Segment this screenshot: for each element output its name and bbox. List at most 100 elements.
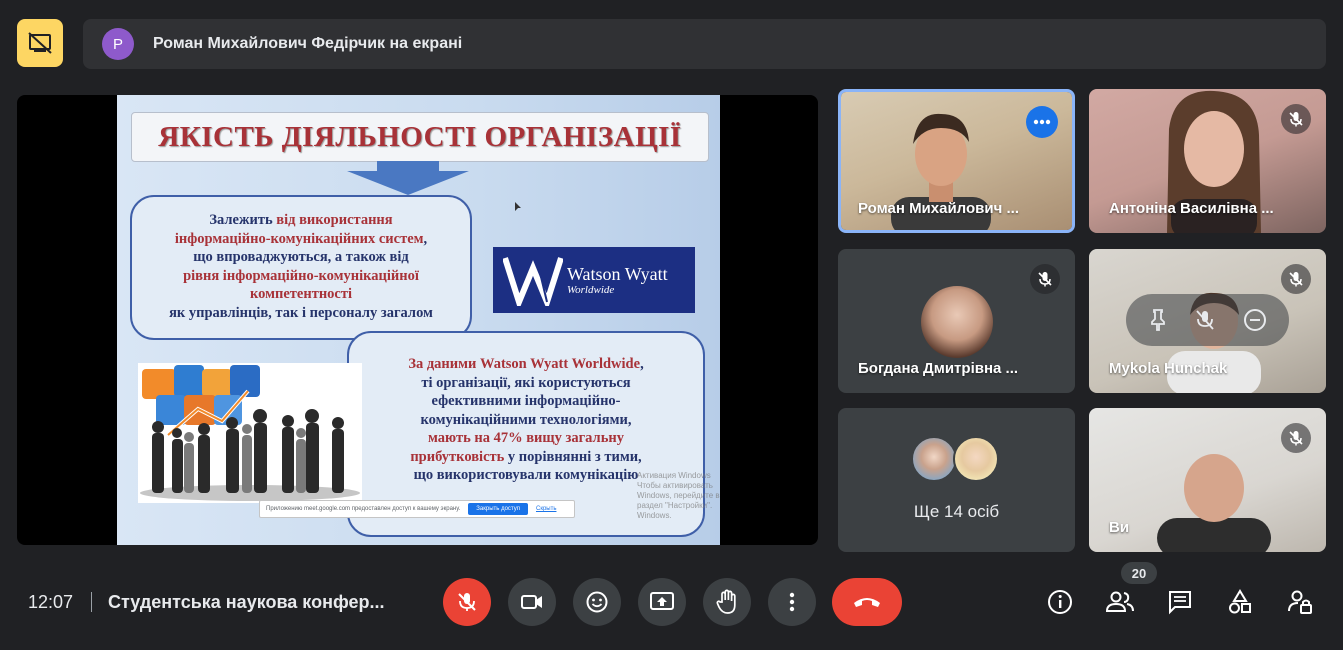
camera-icon xyxy=(521,595,542,609)
others-avatars xyxy=(911,436,999,482)
bubble-text-segment: ефективними інформаційно- xyxy=(431,393,621,409)
activities-button[interactable] xyxy=(1224,586,1256,618)
stop-presenting-icon xyxy=(28,32,52,54)
bubble-text-segment: у порівнянні з тими, xyxy=(504,448,642,465)
microphone-button[interactable] xyxy=(443,578,491,626)
other-avatar xyxy=(911,436,957,482)
puzzle-people-image xyxy=(138,363,362,503)
info-icon xyxy=(1048,590,1072,614)
bubble-text-segment: рівня інформаційно-комунікаційної xyxy=(183,267,419,284)
meeting-details-button[interactable] xyxy=(1044,586,1076,618)
participant-tile-antonina[interactable]: Антоніна Василівна ... xyxy=(1089,89,1326,233)
shared-screen[interactable]: ЯКІСТЬ ДІЯЛЬНОСТІ ОРГАНІЗАЦІЇ Залежить в… xyxy=(17,95,818,545)
bubble-text-segment: як управлінців, так і персоналу загалом xyxy=(169,304,433,321)
stop-sharing-button[interactable]: Закрыть доступ xyxy=(468,503,528,515)
presenter-avatar: Р xyxy=(102,28,134,60)
pin-icon[interactable] xyxy=(1147,308,1169,332)
bubble-text-segment: Залежить xyxy=(209,212,277,228)
participant-name: Богдана Дмитрівна ... xyxy=(858,360,1019,377)
presentation-slide: ЯКІСТЬ ДІЯЛЬНОСТІ ОРГАНІЗАЦІЇ Залежить в… xyxy=(117,95,720,545)
leave-call-button[interactable] xyxy=(832,578,902,626)
watermark-line-1: Активация Windows xyxy=(637,471,711,480)
watson-wyatt-logo: Watson Wyatt Worldwide xyxy=(493,247,695,313)
end-call-icon xyxy=(854,598,880,607)
self-tile[interactable]: Ви xyxy=(1089,408,1326,552)
others-count-label: Ще 14 осіб xyxy=(913,502,1000,521)
meet-window: Р Роман Михайлович Федірчик на екрані ЯК… xyxy=(0,0,1343,650)
mic-off-icon xyxy=(1289,272,1303,287)
self-name: Ви xyxy=(1109,519,1130,536)
participant-tile-bohdana[interactable]: Богдана Дмитрівна ... xyxy=(838,249,1075,393)
host-controls-button[interactable] xyxy=(1284,586,1316,618)
down-arrow-shape xyxy=(347,161,469,195)
mouse-cursor-icon xyxy=(515,202,521,211)
puzzle-illustration xyxy=(138,363,362,503)
bubble-text-segment: інформаційно-комунікаційних систем xyxy=(174,230,424,247)
watermark-line-3: Windows. xyxy=(637,511,672,520)
bubble-text-segment: , xyxy=(423,230,428,247)
bottom-divider xyxy=(91,592,92,612)
present-screen-icon xyxy=(650,592,674,610)
mic-off-indicator xyxy=(1030,264,1060,294)
raise-hand-button[interactable] xyxy=(703,578,751,626)
bubble-text-segment: , xyxy=(640,356,644,372)
mic-off-indicator xyxy=(1281,423,1311,453)
participant-name: Mykola Hunchak xyxy=(1109,360,1228,377)
bubble-text-segment: комунікаційними технологіями, xyxy=(420,411,632,428)
clock: 12:07 xyxy=(28,592,74,612)
self-figure xyxy=(1157,454,1271,552)
chat-button[interactable] xyxy=(1164,586,1196,618)
windows-activation-watermark: Активация Windows Чтобы активировать Win… xyxy=(637,471,720,521)
meeting-title[interactable]: Студентська наукова конфер... xyxy=(108,592,384,613)
text-bubble-1: Залежить від використання інформаційно-ко… xyxy=(130,195,472,340)
more-horizontal-icon xyxy=(1033,119,1051,125)
bubble-text-segment: що впроваджуються, а також від xyxy=(193,249,409,265)
bubble-text-segment: мають на 47% вищу загальну xyxy=(428,430,624,446)
logo-name: Watson Wyatt xyxy=(567,264,668,284)
logo-subtitle: Worldwide xyxy=(567,284,615,296)
mic-off-icon xyxy=(1289,431,1303,446)
mic-off-icon xyxy=(1038,272,1052,287)
lock-person-icon xyxy=(1288,590,1312,614)
remove-participant-icon[interactable] xyxy=(1242,307,1268,333)
logo-w-mark xyxy=(503,257,563,306)
slide-title-box: ЯКІСТЬ ДІЯЛЬНОСТІ ОРГАНІЗАЦІЇ xyxy=(131,112,709,162)
participant-name: Роман Михайлович ... xyxy=(858,200,1020,217)
participant-name: Антоніна Василівна ... xyxy=(1109,200,1274,217)
participant-avatar xyxy=(921,286,993,358)
participant-more-button[interactable] xyxy=(1026,106,1058,138)
tile-hover-controls xyxy=(1126,294,1289,346)
slide-title: ЯКІСТЬ ДІЯЛЬНОСТІ ОРГАНІЗАЦІЇ xyxy=(158,120,682,153)
participant-tile-roman[interactable]: Роман Михайлович ... xyxy=(838,89,1075,233)
chat-icon xyxy=(1169,591,1191,615)
more-vertical-icon xyxy=(789,592,795,612)
mic-off-indicator xyxy=(1281,264,1311,294)
mute-participant-icon[interactable] xyxy=(1194,308,1216,332)
mic-off-indicator xyxy=(1281,104,1311,134)
bubble-text-segment: компетентності xyxy=(249,286,353,302)
presenter-banner: Р Роман Михайлович Федірчик на екрані xyxy=(83,19,1326,69)
participants-count-badge: 20 xyxy=(1121,562,1157,584)
mic-off-icon xyxy=(1289,112,1303,127)
camera-button[interactable] xyxy=(508,578,556,626)
more-options-button[interactable] xyxy=(768,578,816,626)
bubble-text-segment: ті організації, які користуються xyxy=(421,374,631,391)
shapes-icon xyxy=(1229,589,1251,614)
hide-notice-link[interactable]: Скрыть xyxy=(536,506,556,512)
other-avatar xyxy=(953,436,999,482)
people-icon xyxy=(1105,591,1134,612)
participants-button[interactable] xyxy=(1104,586,1136,618)
bubble-text-segment: від використання xyxy=(276,212,393,228)
screen-share-notice: Приложению meet.google.com предоставлен … xyxy=(259,500,575,518)
others-tile[interactable]: Ще 14 осіб xyxy=(838,408,1075,552)
presenter-label: Роман Михайлович Федірчик на екрані xyxy=(153,35,463,52)
bubble-text-segment: що використовували комунікацію xyxy=(413,467,639,483)
reactions-button[interactable] xyxy=(573,578,621,626)
raise-hand-icon xyxy=(716,589,736,614)
bubble-text-segment: прибутковість xyxy=(410,448,505,465)
bubble-text-segment: За даними Watson Wyatt Worldwide xyxy=(408,356,641,372)
participant-tile-mykola[interactable]: Mykola Hunchak xyxy=(1089,249,1326,393)
emoji-icon xyxy=(586,591,608,613)
presentation-toggle-button[interactable] xyxy=(17,19,63,67)
present-screen-button[interactable] xyxy=(638,578,686,626)
